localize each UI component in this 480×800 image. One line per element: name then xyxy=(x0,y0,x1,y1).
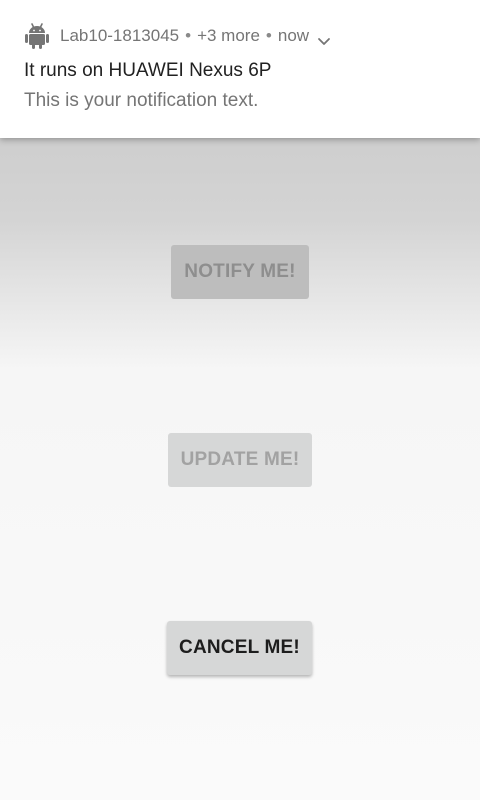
notification-more-count: +3 more xyxy=(197,26,260,45)
notification-app-name: Lab10-1813045 xyxy=(60,26,180,45)
notification-header: Lab10-1813045 • +3 more • now xyxy=(24,22,331,50)
chevron-down-icon[interactable] xyxy=(317,31,331,45)
update-button[interactable]: UPDATE ME! xyxy=(168,433,312,487)
header-separator: • xyxy=(185,26,192,45)
header-separator: • xyxy=(265,26,272,45)
cancel-button[interactable]: CANCEL ME! xyxy=(167,621,312,675)
notify-button[interactable]: NOTIFY ME! xyxy=(171,245,309,299)
notification-title: It runs on HUAWEI Nexus 6P xyxy=(24,60,272,81)
notification-card[interactable]: Lab10-1813045 • +3 more • now It runs on… xyxy=(0,0,480,138)
notification-time: now xyxy=(277,26,310,45)
android-icon xyxy=(24,22,50,50)
notification-text: This is your notification text. xyxy=(24,90,259,111)
